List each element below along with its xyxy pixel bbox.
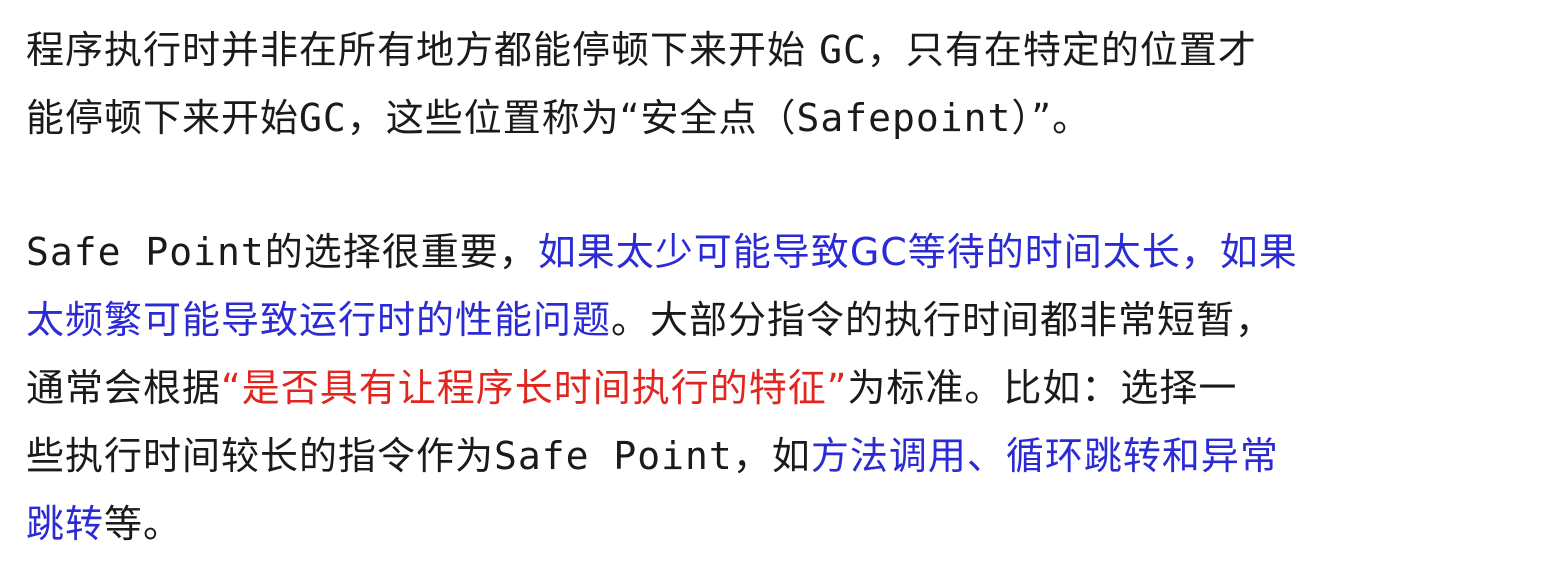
highlight-blue-text: 太频繁可能导致运行时的性能问题 [26, 298, 612, 342]
paragraph-safepoint-selection: Safe Point的选择很重要，如果太少可能导致GC等待的时间太长，如果 太频… [26, 218, 1526, 558]
text-run-safe-point: Safe Point [494, 434, 733, 478]
text-run: 程序执行时并非在所有地方都能停顿下来开始 [26, 28, 820, 72]
slide: 程序执行时并非在所有地方都能停顿下来开始 GC，只有在特定的位置才 能停顿下来开… [0, 0, 1548, 578]
highlight-blue-text: 如果太少可能导致 [537, 230, 850, 274]
text-run: ）”。 [1011, 96, 1092, 140]
highlight-blue-text: 跳转 [26, 502, 105, 546]
text-run-gc: GC [819, 28, 867, 72]
text-run: 等。 [104, 502, 183, 546]
text-run: ，只有在特定的位置才 [866, 28, 1257, 72]
text-run: ，如 [732, 434, 811, 478]
text-run: ，这些位置称为“安全点（ [346, 96, 797, 140]
text-run: 些执行时间较长的指令作为 [26, 434, 495, 478]
text-line: 通常会根据“是否具有让程序长时间执行的特征”为标准。比如：选择一 [26, 354, 1526, 422]
text-line: 能停顿下来开始GC，这些位置称为“安全点（Safepoint）”。 [26, 84, 1526, 152]
text-line: 跳转等。 [26, 490, 1526, 558]
paragraph-safepoint-definition: 程序执行时并非在所有地方都能停顿下来开始 GC，只有在特定的位置才 能停顿下来开… [26, 16, 1526, 152]
text-line: 太频繁可能导致运行时的性能问题。大部分指令的执行时间都非常短暂， [26, 286, 1526, 354]
text-run-gc: GC [299, 96, 347, 140]
text-run: 的选择很重要， [264, 230, 538, 274]
text-run: 。大部分指令的执行时间都非常短暂， [611, 298, 1275, 342]
highlight-red-text: “是否具有让程序长时间执行的特征” [221, 366, 848, 410]
highlight-blue-text: 方法调用、循环跳转和异常 [810, 434, 1279, 478]
text-run: 为标准。比如：选择一 [847, 366, 1238, 410]
text-run: 通常会根据 [26, 366, 222, 410]
text-run-safepoint: Safepoint [796, 96, 1012, 140]
text-run: 能停顿下来开始 [26, 96, 300, 140]
text-line: 些执行时间较长的指令作为Safe Point，如方法调用、循环跳转和异常 [26, 422, 1526, 490]
highlight-blue-text: 等待的时间太长，如果 [907, 230, 1298, 274]
text-run-safe-point: Safe Point [26, 230, 265, 274]
text-line: Safe Point的选择很重要，如果太少可能导致GC等待的时间太长，如果 [26, 218, 1526, 286]
text-line: 程序执行时并非在所有地方都能停顿下来开始 GC，只有在特定的位置才 [26, 16, 1526, 84]
highlight-blue-gc: GC [849, 230, 908, 274]
